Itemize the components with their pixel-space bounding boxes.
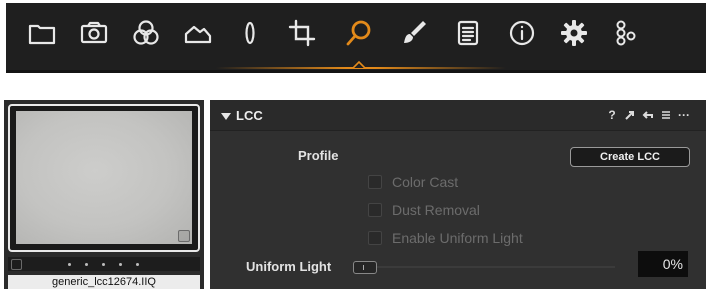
- panel-header-actions: ? ···: [606, 106, 690, 124]
- tool-tab-library[interactable]: [22, 13, 62, 53]
- star-rating-dot[interactable]: [136, 262, 139, 266]
- uniform-light-slider[interactable]: [353, 260, 615, 274]
- tool-tab-composition[interactable]: [282, 13, 322, 53]
- star-rating-dot[interactable]: [68, 262, 71, 266]
- copy-icon[interactable]: [642, 108, 654, 122]
- create-lcc-button[interactable]: Create LCC: [570, 147, 690, 167]
- tool-tab-output[interactable]: [448, 13, 488, 53]
- batch-icon: [609, 16, 643, 50]
- dust-removal-label: Dust Removal: [392, 202, 480, 218]
- dust-removal-checkbox[interactable]: [368, 203, 382, 217]
- lcc-tool-panel: LCC ? ··· Profile Create LCC Color Cast …: [210, 100, 706, 289]
- tool-tab-details-active[interactable]: [339, 13, 379, 53]
- color-cast-checkbox-row[interactable]: Color Cast: [368, 174, 458, 190]
- tool-tab-local-adjustments[interactable]: [394, 13, 434, 53]
- reset-icon[interactable]: [624, 108, 636, 122]
- tool-tab-lens[interactable]: [230, 13, 270, 53]
- thumbnail-selected[interactable]: [8, 104, 200, 252]
- slider-track: [365, 266, 615, 268]
- thumbnail-rating-row: [8, 257, 200, 271]
- tool-tabs-bar: [6, 3, 706, 73]
- uniform-light-value-field[interactable]: 0%: [638, 251, 688, 277]
- panel-title: LCC: [236, 108, 263, 123]
- tool-tab-batch[interactable]: [606, 13, 646, 53]
- collapse-triangle-icon[interactable]: [221, 113, 231, 120]
- more-icon[interactable]: ···: [678, 108, 690, 122]
- lcc-panel-header: LCC ? ···: [210, 100, 706, 131]
- profile-label: Profile: [298, 148, 339, 163]
- magnifier-icon: [342, 16, 376, 50]
- enable-uniform-light-label: Enable Uniform Light: [392, 230, 523, 246]
- exposure-icon: [181, 16, 215, 50]
- help-icon[interactable]: ?: [606, 108, 618, 122]
- dust-removal-checkbox-row[interactable]: Dust Removal: [368, 202, 480, 218]
- lens-icon: [233, 16, 267, 50]
- tool-tab-metadata[interactable]: [502, 13, 542, 53]
- folder-icon: [25, 16, 59, 50]
- color-circles-icon: [129, 16, 163, 50]
- enable-uniform-light-checkbox[interactable]: [368, 231, 382, 245]
- star-rating-dot[interactable]: [102, 262, 105, 266]
- color-cast-checkbox[interactable]: [368, 175, 382, 189]
- star-rating-dot[interactable]: [85, 262, 88, 266]
- document-icon: [451, 16, 485, 50]
- tool-tab-capture[interactable]: [74, 13, 114, 53]
- active-tab-notch: [353, 61, 365, 69]
- tool-tab-color[interactable]: [126, 13, 166, 53]
- star-rating-dot[interactable]: [119, 262, 122, 266]
- camera-icon: [77, 16, 111, 50]
- image-browser: generic_lcc12674.IIQ: [4, 100, 204, 289]
- variant-badge-icon: [178, 230, 190, 242]
- brush-icon: [397, 16, 431, 50]
- slider-handle[interactable]: [353, 261, 377, 274]
- enable-uniform-light-checkbox-row[interactable]: Enable Uniform Light: [368, 230, 523, 246]
- thumbnail-select-checkbox[interactable]: [11, 259, 22, 270]
- thumbnail-image: [16, 111, 192, 244]
- info-icon: [505, 16, 539, 50]
- color-cast-label: Color Cast: [392, 174, 459, 190]
- tool-tab-adjustments[interactable]: [554, 13, 594, 53]
- thumbnail-filename: generic_lcc12674.IIQ: [8, 275, 200, 289]
- star-rating[interactable]: [68, 257, 139, 271]
- profile-value[interactable]: [361, 151, 411, 163]
- tool-tab-exposure[interactable]: [178, 13, 218, 53]
- list-icon[interactable]: [660, 108, 672, 122]
- crop-icon: [285, 16, 319, 50]
- gear-icon: [557, 16, 591, 50]
- uniform-light-label: Uniform Light: [246, 259, 332, 274]
